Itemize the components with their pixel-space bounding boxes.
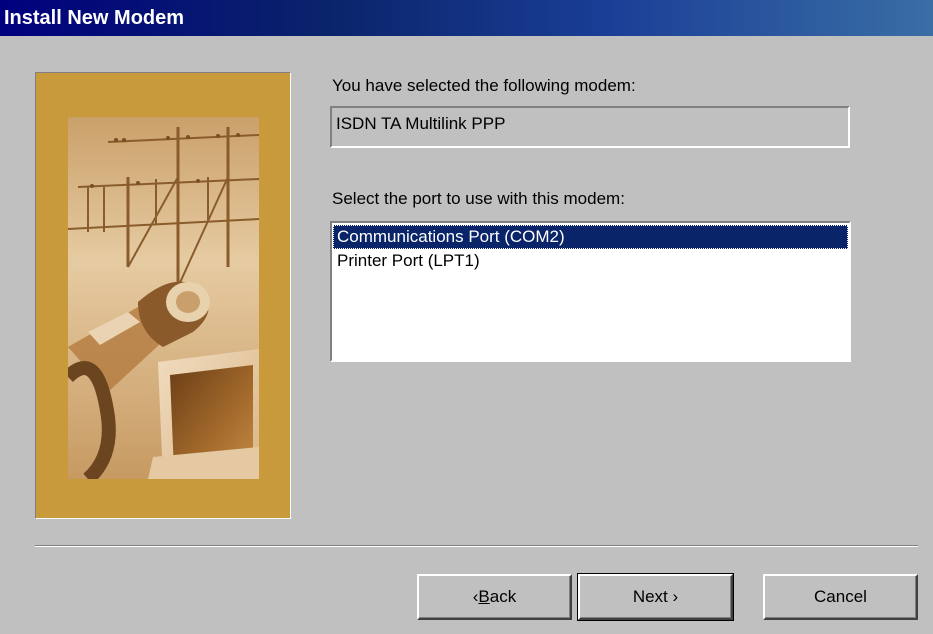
selected-modem-label: You have selected the following modem: [332,76,636,95]
selected-modem-field: ISDN TA Multilink PPP [330,106,850,148]
back-button[interactable]: ‹ Back [417,574,572,620]
next-label: Next › [632,587,679,606]
title-bar[interactable]: Install New Modem [0,0,933,36]
button-separator [35,545,918,547]
window-title: Install New Modem [4,7,185,29]
cancel-button[interactable]: Cancel [763,574,918,620]
port-option-lpt1[interactable]: Printer Port (LPT1) [333,249,848,273]
wizard-illustration-panel [35,72,291,519]
port-option-com2[interactable]: Communications Port (COM2) [333,225,848,249]
port-listbox[interactable]: Communications Port (COM2) Printer Port … [330,221,851,362]
cancel-label: Cancel [814,587,867,606]
wizard-illustration [68,117,259,479]
modem-illustration-icon [68,117,259,479]
port-select-label: Select the port to use with this modem: [332,189,625,208]
back-label: ack [489,587,517,606]
back-accelerator: B [478,587,490,606]
next-button[interactable]: Next › [577,573,734,621]
